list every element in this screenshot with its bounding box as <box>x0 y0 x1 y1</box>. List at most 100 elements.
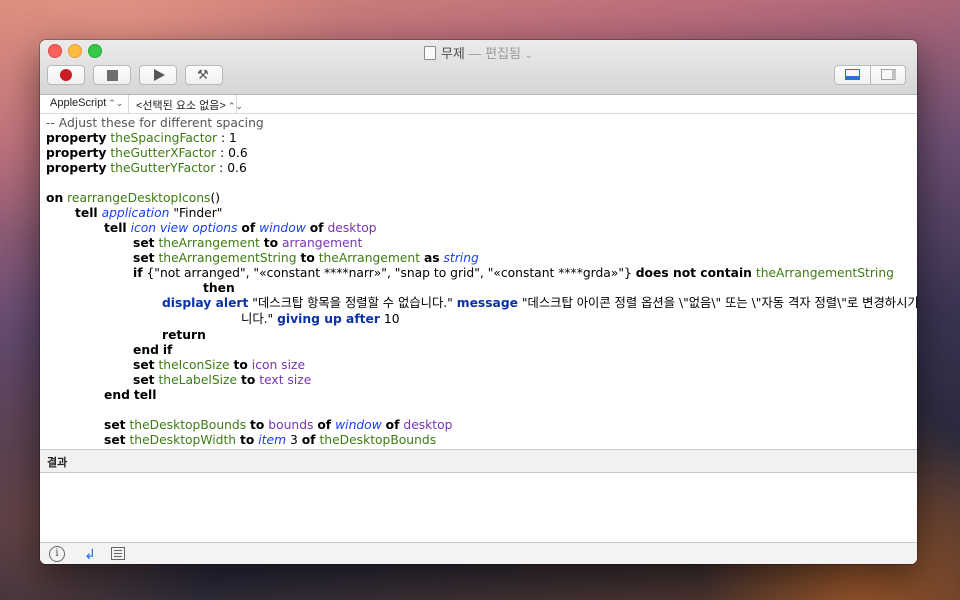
code-token-kw: to <box>240 433 255 447</box>
code-token-kw: return <box>162 328 206 342</box>
script-editor-text-area[interactable]: -- Adjust these for different spacing pr… <box>40 114 917 448</box>
code-token-var: theSpacingFactor <box>110 131 218 145</box>
play-icon <box>154 69 165 81</box>
code-token-kw: to <box>263 236 279 250</box>
stop-icon <box>107 70 118 81</box>
code-token-var: theGutterYFactor <box>110 161 216 175</box>
code-token-kw: property <box>46 131 107 145</box>
code-token-kw: to <box>300 251 315 265</box>
code-token: "데스크탑 항목을 정렬할 수 없습니다." <box>248 296 457 310</box>
code-token: : 0.6 <box>215 161 247 175</box>
code-line: on rearrangeDesktopIcons() <box>46 191 220 206</box>
title-bar: 무제 — 편집됨 ⌄ ⚒ <box>40 40 917 95</box>
code-token-kw: if <box>162 343 173 357</box>
code-token: {"not arranged", "«constant ****narr»", … <box>142 266 636 280</box>
code-token-kw: tell <box>104 221 127 235</box>
code-token-kw: tell <box>133 388 157 402</box>
chevron-down-icon: ⌄ <box>524 50 534 61</box>
element-selector[interactable]: <선택된 요소 없음>⌃⌄ <box>136 97 243 113</box>
code-token-prop: bounds <box>268 418 314 432</box>
code-token-kw: to <box>250 418 265 432</box>
code-token-kw: if <box>133 266 143 280</box>
code-token-var: theGutterXFactor <box>110 146 217 160</box>
code-token: "데스크탑 아이콘 정렬 옵션을 \"없음\" 또는 \"자동 격자 정렬\"로… <box>517 296 917 310</box>
navigation-bar: AppleScript⌃⌄ <선택된 요소 없음>⌃⌄ <box>40 95 917 114</box>
stop-button[interactable] <box>93 65 131 85</box>
code-token-kw: end <box>133 343 159 357</box>
record-icon <box>60 69 72 81</box>
language-label: AppleScript <box>50 97 107 109</box>
code-token-kw: set <box>133 236 155 250</box>
code-token-var: theLabelSize <box>158 373 238 387</box>
code-token-prop: text size <box>259 373 312 387</box>
code-line: property theGutterXFactor : 0.6 <box>46 146 248 161</box>
code-token-cmd: message <box>456 296 518 310</box>
code-token-cmd: display alert <box>162 296 249 310</box>
code-token-cmd: giving up after <box>277 312 380 326</box>
show-log-pane-button[interactable] <box>835 66 871 84</box>
bottom-bar: i ↲ <box>40 542 917 564</box>
code-line: if {"not arranged", "«constant ****narr»… <box>133 266 894 281</box>
document-name: 무제 <box>440 46 465 61</box>
code-token-prop: icon size <box>251 358 306 372</box>
reply-icon[interactable]: ↲ <box>82 546 98 562</box>
document-icon <box>423 46 436 60</box>
script-editor-window: 무제 — 편집됨 ⌄ ⚒ AppleScript ⌃⌄ <선택된 요소 없음> … <box>40 40 917 564</box>
code-token-kw: set <box>104 433 126 447</box>
code-line: display alert "데스크탑 항목을 정렬할 수 없습니다." mes… <box>162 296 917 311</box>
code-token-cls: window <box>259 221 306 235</box>
code-line: set theIconSize to icon size <box>133 358 305 373</box>
code-line: property theSpacingFactor : 1 <box>46 131 237 146</box>
bottom-pane-icon <box>845 69 860 80</box>
code-token-kw: set <box>133 251 155 265</box>
code-line: set theLabelSize to text size <box>133 373 311 388</box>
code-token: : 1 <box>217 131 237 145</box>
divider <box>128 95 129 113</box>
code-token-kw: of <box>317 418 332 432</box>
code-token-kw: of <box>385 418 400 432</box>
code-token-kw: of <box>241 221 256 235</box>
language-selector[interactable]: AppleScript ⌃⌄ <box>50 97 123 109</box>
record-button[interactable] <box>47 65 85 85</box>
code-token-kw: tell <box>75 206 98 220</box>
code-token-kw: set <box>133 358 155 372</box>
code-token-var: theDesktopBounds <box>319 433 437 447</box>
code-line: set theDesktopWidth to item 3 of theDesk… <box>104 433 436 448</box>
code-line: tell icon view options of window of desk… <box>104 221 377 236</box>
code-token-cls: window <box>335 418 382 432</box>
code-token-kw: as <box>423 251 440 265</box>
info-icon[interactable]: i <box>49 546 65 562</box>
code-token-var: rearrangeDesktopIcons <box>67 191 211 205</box>
window-title[interactable]: 무제 — 편집됨 ⌄ <box>40 43 917 62</box>
results-header[interactable]: 결과 <box>40 449 917 473</box>
code-line: end if <box>133 343 172 358</box>
code-token-cls: string <box>443 251 479 265</box>
code-token-kw: to <box>233 358 248 372</box>
code-token-cls: icon view options <box>130 221 238 235</box>
code-line: -- Adjust these for different spacing <box>46 116 264 131</box>
compile-button[interactable]: ⚒ <box>185 65 223 85</box>
code-token-var: theArrangementString <box>158 251 297 265</box>
code-token: 10 <box>379 312 400 326</box>
code-token-kw: then <box>203 281 235 295</box>
code-token-kw: property <box>46 146 107 160</box>
code-token: () <box>210 191 221 205</box>
code-line: property theGutterYFactor : 0.6 <box>46 161 247 176</box>
code-token-var: theArrangementString <box>755 266 894 280</box>
code-token-cls: application <box>101 206 170 220</box>
show-sidebar-button[interactable] <box>871 66 905 84</box>
results-area[interactable] <box>40 473 917 541</box>
edited-status: — 편집됨 <box>468 46 522 61</box>
code-token-prop: arrangement <box>282 236 363 250</box>
log-icon[interactable] <box>111 547 125 560</box>
code-token-kw: set <box>104 418 126 432</box>
element-label: <선택된 요소 없음> <box>136 100 226 112</box>
code-token-cmt: -- Adjust these for different spacing <box>46 116 264 130</box>
hammer-icon: ⚒ <box>197 67 209 82</box>
code-token-kw: of <box>309 221 324 235</box>
code-token-kw: on <box>46 191 64 205</box>
code-token-prop: desktop <box>327 221 377 235</box>
code-token-kw: end <box>104 388 130 402</box>
run-button[interactable] <box>139 65 177 85</box>
updown-arrow-icon: ⌃⌄ <box>108 98 124 108</box>
